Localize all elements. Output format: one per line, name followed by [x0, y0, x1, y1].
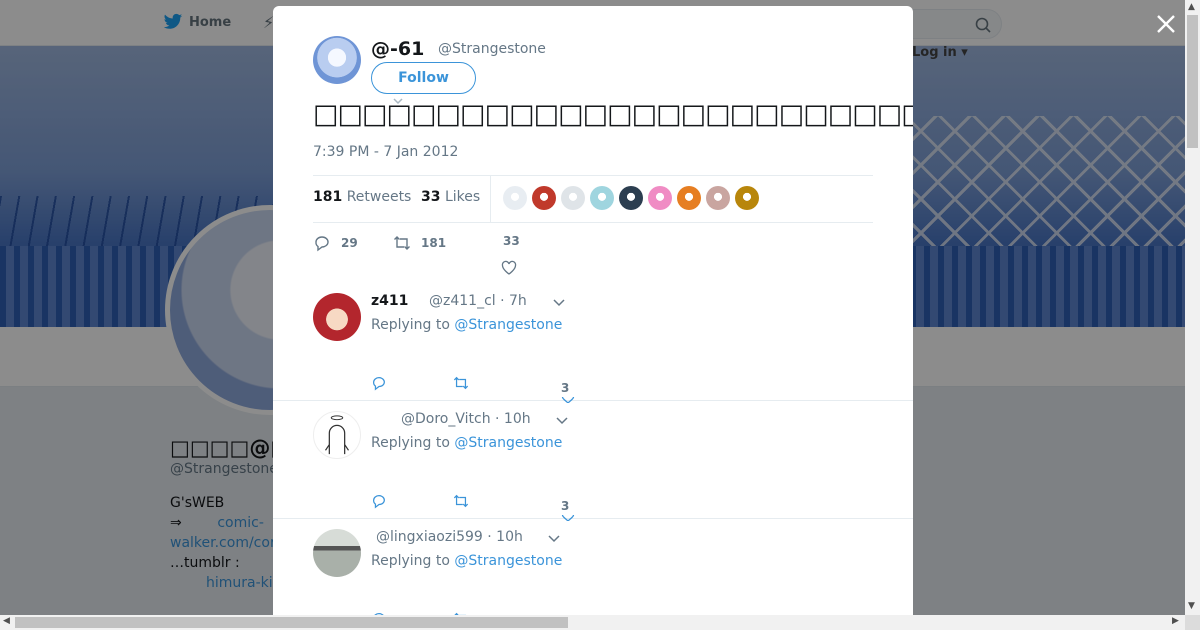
likes-label: Likes — [444, 189, 481, 205]
close-button[interactable] — [1154, 12, 1180, 38]
replying-prefix: Replying to — [371, 435, 450, 451]
stats-divider — [490, 176, 491, 223]
liker-avatar[interactable] — [619, 186, 643, 210]
replying-to: Replying to @Strangestone — [371, 553, 562, 569]
chevron-down-icon[interactable] — [556, 417, 568, 425]
reply-age: · 7h — [500, 293, 527, 309]
like-button[interactable]: 33 — [503, 234, 520, 248]
retweets-label: Retweets — [346, 189, 412, 205]
likes-stat[interactable]: 33 Likes — [421, 189, 480, 205]
likes-count: 33 — [421, 189, 441, 205]
replying-to: Replying to @Strangestone — [371, 435, 562, 451]
tweet-timestamp[interactable]: 7:39 PM - 7 Jan 2012 — [313, 144, 458, 160]
mention-link[interactable]: @Strangestone — [454, 435, 562, 451]
retweet-count: 181 — [421, 236, 447, 250]
tweet-modal: @-61 @Strangestone Follow □□□□□□□□□□□□□□… — [273, 6, 913, 615]
reply-actions — [371, 493, 591, 513]
liker-avatar[interactable] — [503, 186, 527, 210]
reply-author-name[interactable]: z411 — [371, 293, 408, 309]
liker-avatar[interactable] — [532, 186, 556, 210]
reply-handle-text: @Doro_Vitch — [401, 411, 491, 427]
reply-icon — [315, 236, 329, 252]
reply-author-handle[interactable]: @lingxiaozi599 · 10h — [376, 529, 523, 545]
replying-prefix: Replying to — [371, 317, 450, 333]
liker-avatar[interactable] — [735, 186, 759, 210]
follow-button[interactable]: Follow — [371, 62, 476, 94]
reply-author-handle[interactable]: @Doro_Vitch · 10h — [401, 411, 531, 427]
reply-like-count[interactable]: 3 — [561, 499, 569, 513]
liker-avatar[interactable] — [677, 186, 701, 210]
reply-author-handle[interactable]: @z411_cl · 7h — [429, 293, 527, 309]
retweet-icon[interactable] — [453, 375, 469, 391]
reply-avatar[interactable] — [313, 293, 361, 341]
tweet-actions: 29 181 33 — [313, 234, 713, 258]
tweet-text: □□□□□□□□□□□□□□□□□□□□□□□□□□□□□□□□□□□□□□□□… — [313, 99, 913, 130]
ghost-avatar-icon — [324, 415, 350, 455]
author-avatar[interactable] — [313, 36, 361, 84]
reply-actions — [371, 375, 591, 395]
page: Home ⚡ Log in ▾ □□□□@□□□ @Strangestone G… — [0, 0, 1200, 630]
reply-button[interactable]: 29 — [313, 234, 358, 252]
retweets-stat[interactable]: 181 Retweets — [313, 189, 411, 205]
scrollbar-corner — [1185, 615, 1200, 630]
reply-age: · 10h — [487, 529, 523, 545]
reply-age: · 10h — [495, 411, 531, 427]
mention-link[interactable]: @Strangestone — [454, 317, 562, 333]
liker-avatar[interactable] — [648, 186, 672, 210]
replying-to: Replying to @Strangestone — [371, 317, 562, 333]
reply-handle-text: @z411_cl — [429, 293, 496, 309]
reply-item[interactable]: @lingxiaozi599 · 10h Replying to @Strang… — [273, 519, 913, 615]
scrollbar-thumb[interactable] — [15, 617, 568, 628]
scrollbar-thumb[interactable] — [1187, 15, 1198, 148]
reply-item[interactable]: z411 @z411_cl · 7h Replying to @Stranges… — [273, 283, 913, 403]
liker-avatar[interactable] — [706, 186, 730, 210]
heart-icon[interactable] — [501, 260, 517, 276]
author-name[interactable]: @-61 — [371, 38, 424, 60]
liker-avatar[interactable] — [590, 186, 614, 210]
scroll-down-arrow-icon[interactable]: ▼ — [1188, 601, 1195, 611]
reply-item[interactable]: @Doro_Vitch · 10h Replying to @Strangest… — [273, 401, 913, 521]
reply-icon[interactable] — [371, 493, 387, 509]
chevron-down-icon[interactable] — [548, 535, 560, 543]
horizontal-scrollbar[interactable]: ◀ ▶ — [0, 615, 1185, 630]
scroll-up-arrow-icon[interactable]: ▲ — [1188, 2, 1195, 12]
reply-like-count[interactable]: 3 — [561, 381, 569, 395]
reply-avatar[interactable] — [313, 411, 361, 459]
tweet-stats: 181 Retweets 33 Likes — [313, 175, 873, 223]
reply-avatar[interactable] — [313, 529, 361, 577]
reply-icon[interactable] — [371, 375, 387, 391]
reply-count: 29 — [341, 236, 358, 250]
vertical-scrollbar[interactable]: ▲ ▼ — [1185, 0, 1200, 615]
chevron-down-icon[interactable] — [553, 299, 565, 307]
replying-prefix: Replying to — [371, 553, 450, 569]
mention-link[interactable]: @Strangestone — [454, 553, 562, 569]
retweet-icon — [394, 236, 410, 250]
liker-avatar[interactable] — [561, 186, 585, 210]
retweet-button[interactable]: 181 — [393, 234, 446, 252]
reply-handle-text: @lingxiaozi599 — [376, 529, 483, 545]
retweet-icon[interactable] — [453, 493, 469, 509]
retweets-count: 181 — [313, 189, 343, 205]
close-icon — [1157, 15, 1175, 33]
author-handle[interactable]: @Strangestone — [438, 41, 546, 57]
scroll-right-arrow-icon[interactable]: ▶ — [1172, 616, 1179, 626]
likers-avatars — [503, 186, 759, 210]
scroll-left-arrow-icon[interactable]: ◀ — [3, 616, 10, 626]
like-count: 33 — [503, 234, 520, 248]
